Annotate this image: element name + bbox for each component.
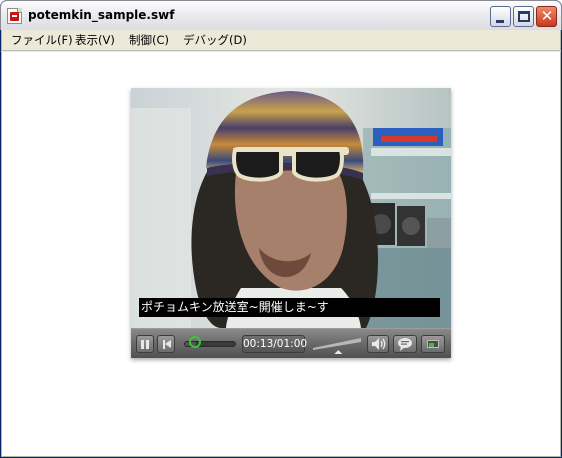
volume-ramp	[313, 338, 361, 354]
speech-bubble-icon	[398, 338, 412, 351]
skip-back-arrow	[165, 340, 171, 348]
caption-toggle-button[interactable]	[393, 335, 417, 353]
close-icon: ✕	[540, 7, 554, 25]
volume-slider[interactable]	[311, 335, 363, 355]
flash-mark-decor	[10, 12, 19, 21]
screen-mode-button[interactable]	[421, 335, 445, 353]
skip-back-button[interactable]	[157, 335, 175, 353]
close-button[interactable]: ✕	[536, 6, 557, 27]
application-window: potemkin_sample.swf ✕ ファイル(F) 表示(V) 制御(C…	[0, 0, 562, 458]
swf-stage: ポチョムキン放送室~開催しま~す 00:13/01:00	[1, 52, 561, 457]
minimize-icon	[496, 20, 504, 23]
menu-file[interactable]: ファイル(F)	[11, 32, 73, 48]
subtitle-caption: ポチョムキン放送室~開催しま~す	[139, 298, 440, 317]
maximize-icon	[518, 11, 530, 22]
player-controls: 00:13/01:00	[131, 328, 451, 358]
swf-file-icon	[7, 8, 22, 24]
video-frame-image	[131, 88, 451, 328]
video-display[interactable]: ポチョムキン放送室~開催しま~す	[131, 88, 451, 328]
menu-control[interactable]: 制御(C)	[129, 32, 169, 48]
volume-handle[interactable]	[334, 350, 343, 354]
screen-icon	[427, 340, 439, 348]
time-display: 00:13/01:00	[242, 335, 307, 353]
pause-icon-bar	[146, 340, 149, 349]
pause-icon	[141, 340, 144, 349]
minimize-button[interactable]	[490, 6, 511, 27]
menu-debug[interactable]: デバッグ(D)	[183, 32, 247, 48]
menu-view[interactable]: 表示(V)	[75, 32, 115, 48]
pause-button[interactable]	[136, 335, 154, 353]
video-player: ポチョムキン放送室~開催しま~す 00:13/01:00	[131, 88, 451, 358]
window-title: potemkin_sample.swf	[28, 8, 175, 22]
maximize-button[interactable]	[513, 6, 534, 27]
title-bar[interactable]: potemkin_sample.swf ✕	[0, 0, 562, 30]
speaker-icon	[372, 338, 386, 350]
menu-bar: ファイル(F) 表示(V) 制御(C) デバッグ(D)	[1, 30, 561, 50]
mute-button[interactable]	[367, 335, 389, 353]
